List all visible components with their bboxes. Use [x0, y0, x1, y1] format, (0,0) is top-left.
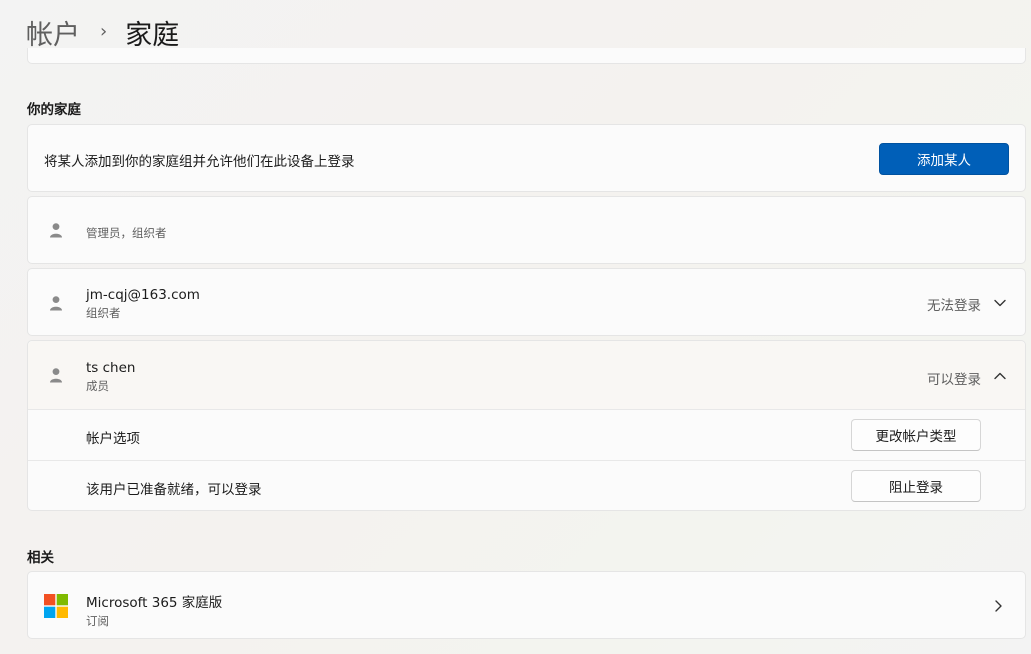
add-someone-button[interactable]: 添加某人	[879, 143, 1009, 175]
member-role: 成员	[86, 379, 109, 393]
related-item-microsoft-365[interactable]: Microsoft 365 家庭版 订阅	[27, 571, 1026, 639]
account-options-label: 帐户选项	[86, 431, 140, 447]
person-icon	[50, 223, 62, 238]
divider	[28, 409, 1025, 410]
microsoft-logo-icon	[44, 594, 68, 618]
page-title: 家庭	[125, 19, 180, 51]
person-icon	[50, 368, 62, 383]
related-item-title: Microsoft 365 家庭版	[86, 595, 223, 611]
member-card-admin[interactable]: 管理员，组织者	[27, 196, 1026, 264]
member-login-status: 无法登录	[927, 298, 981, 314]
breadcrumb-parent-accounts[interactable]: 帐户	[26, 13, 80, 52]
member-card-ts-chen: ts chen 成员 可以登录 帐户选项 更改帐户类型 该用户已准备就绪，可以登…	[27, 340, 1026, 511]
ready-status-label: 该用户已准备就绪，可以登录	[86, 482, 262, 498]
chevron-up-icon[interactable]	[993, 369, 1007, 383]
divider	[28, 460, 1025, 461]
related-item-subtitle: 订阅	[86, 614, 109, 628]
member-role: 组织者	[86, 306, 121, 320]
member-header-ts-chen[interactable]: ts chen 成员 可以登录	[28, 341, 1025, 409]
member-role: 管理员，组织者	[86, 226, 167, 240]
member-login-status: 可以登录	[927, 372, 981, 388]
breadcrumb-separator: ›	[100, 20, 108, 42]
member-name: jm-cqj@163.com	[86, 287, 200, 303]
chevron-down-icon[interactable]	[993, 296, 1007, 310]
change-account-type-button[interactable]: 更改帐户类型	[851, 419, 981, 451]
breadcrumb: 帐户 › 家庭	[26, 12, 179, 52]
member-card-jm-cqj[interactable]: jm-cqj@163.com 组织者 无法登录	[27, 268, 1026, 336]
member-name: ts chen	[86, 360, 136, 376]
chevron-right-icon	[995, 600, 1002, 612]
block-sign-in-button[interactable]: 阻止登录	[851, 470, 981, 502]
section-title-related: 相关	[27, 550, 54, 566]
section-title-your-family: 你的家庭	[27, 102, 81, 118]
person-icon	[50, 296, 62, 311]
previous-card-edge	[27, 48, 1026, 64]
add-member-card: 将某人添加到你的家庭组并允许他们在此设备上登录 添加某人	[27, 124, 1026, 192]
add-member-description: 将某人添加到你的家庭组并允许他们在此设备上登录	[44, 154, 355, 170]
